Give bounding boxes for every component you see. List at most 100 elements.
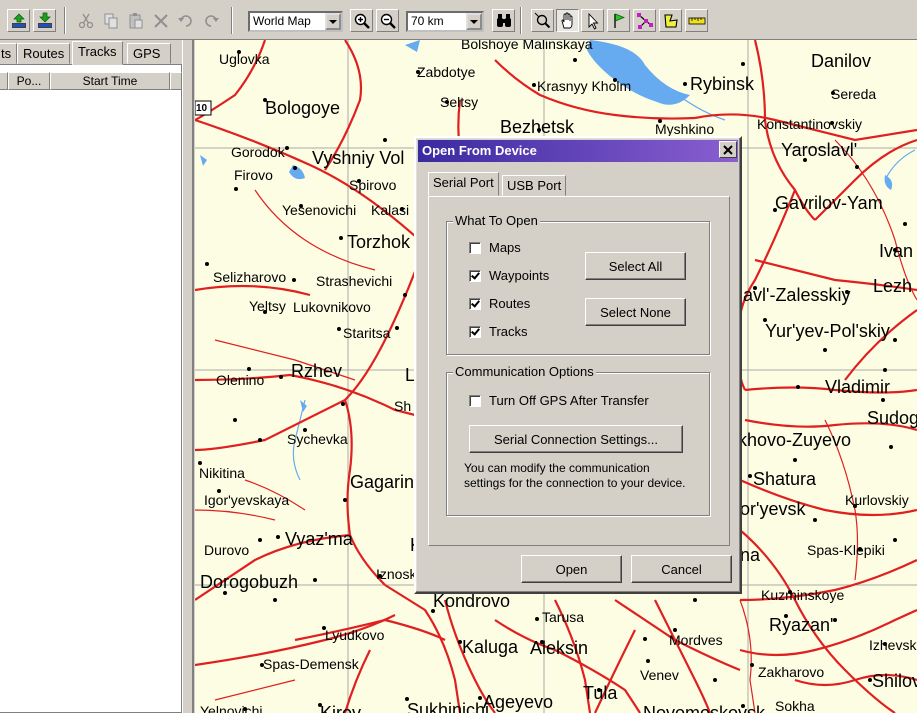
cut-icon[interactable] — [74, 9, 97, 32]
city-label: na — [740, 545, 761, 565]
column-header-more[interactable] — [170, 72, 182, 90]
tab-routes[interactable]: Routes — [17, 43, 71, 64]
city-label: Yelnovichi — [200, 703, 263, 713]
zoom-tool-icon[interactable] — [531, 9, 554, 32]
column-header-stub[interactable] — [0, 72, 8, 90]
chevron-down-icon[interactable] — [325, 13, 341, 30]
tracks-list[interactable]: Po... Start Time — [0, 64, 182, 713]
city-label: Sokha — [775, 698, 815, 713]
delete-icon[interactable] — [149, 9, 172, 32]
zoom-out-icon[interactable] — [376, 9, 399, 32]
map-select-value: World Map — [253, 14, 311, 28]
serial-connection-settings-button[interactable]: Serial Connection Settings... — [469, 425, 683, 453]
city-label: Venev — [640, 667, 679, 683]
zoom-in-icon[interactable] — [350, 9, 373, 32]
waypoint-flag-icon[interactable] — [607, 9, 630, 32]
cancel-button[interactable]: Cancel — [631, 555, 732, 583]
column-header-points[interactable]: Po... — [8, 72, 50, 90]
city-label: Bezhetsk — [500, 117, 575, 137]
city-label: Bolshoye Malinskaya — [461, 40, 593, 52]
city-label: Danilov — [811, 51, 872, 71]
city-label: Krasnyy Kholm — [537, 78, 632, 94]
city-label: Aleksin — [530, 638, 589, 658]
tracks-checkbox-row[interactable]: Tracks — [469, 324, 528, 339]
city-label: Kaluga — [462, 637, 519, 657]
close-icon[interactable] — [719, 141, 737, 158]
tab-waypoints[interactable]: ts — [0, 43, 17, 64]
upload-icon[interactable] — [7, 9, 30, 32]
city-label: Yaroslavl' — [781, 140, 858, 160]
communication-options-group: Communication Options Turn Off GPS After… — [446, 364, 710, 516]
city-label: Zabdotye — [417, 64, 476, 80]
city-label: Olenino — [216, 372, 265, 388]
city-label: Vladimir — [825, 377, 891, 397]
city-label: Yeltsy — [249, 298, 286, 314]
tab-tracks[interactable]: Tracks — [72, 41, 123, 65]
city-label: Torzhok — [347, 232, 411, 252]
maps-label: Maps — [489, 240, 521, 255]
select-none-button[interactable]: Select None — [585, 298, 686, 326]
toolbar: World Map 70 km — [0, 0, 917, 40]
select-all-button[interactable]: Select All — [585, 252, 686, 280]
city-label: Gorodok — [231, 144, 285, 160]
city-label: Spas-Demensk — [263, 656, 359, 672]
redo-icon[interactable] — [199, 9, 222, 32]
city-label: Konstantinovskiy — [757, 116, 863, 132]
tab-gps[interactable]: GPS — [127, 43, 171, 64]
waypoints-checkbox-row[interactable]: Waypoints — [469, 268, 549, 283]
tab-serial-port[interactable]: Serial Port — [428, 172, 499, 196]
waypoints-checkbox[interactable] — [469, 269, 481, 282]
paste-icon[interactable] — [124, 9, 147, 32]
undo-icon[interactable] — [174, 9, 197, 32]
city-label: Lyudkovo — [325, 627, 385, 643]
maps-checkbox[interactable] — [469, 241, 481, 254]
copy-icon[interactable] — [99, 9, 122, 32]
communication-options-label: Communication Options — [453, 364, 596, 379]
scale-select[interactable]: 70 km — [406, 11, 484, 32]
city-label: Durovo — [204, 542, 250, 558]
city-label: Bologoye — [265, 98, 341, 118]
city-label: Tula — [583, 683, 618, 703]
city-label: Sukhinichi — [407, 700, 490, 713]
city-label: Dorogobuzh — [200, 572, 299, 592]
maps-checkbox-row[interactable]: Maps — [469, 240, 521, 255]
open-from-device-dialog: Open From Device Serial Port USB Port Wh… — [414, 136, 742, 594]
route-tool-icon[interactable] — [633, 9, 656, 32]
turn-off-gps-checkbox[interactable] — [469, 394, 481, 407]
routes-checkbox-row[interactable]: Routes — [469, 296, 530, 311]
city-label: Nikitina — [199, 465, 245, 481]
city-label: Sudog — [867, 408, 917, 428]
tracks-checkbox[interactable] — [469, 325, 481, 338]
map-select[interactable]: World Map — [248, 11, 343, 32]
city-label: Lezh — [873, 276, 913, 296]
toolbar-separator — [64, 7, 66, 34]
scale-select-value: 70 km — [411, 14, 444, 28]
measure-tool-icon[interactable] — [685, 9, 708, 32]
turn-off-gps-row[interactable]: Turn Off GPS After Transfer — [469, 393, 649, 408]
city-label: Ageyevo — [483, 692, 554, 712]
pan-hand-icon[interactable] — [556, 9, 579, 32]
city-label: Kondrovo — [433, 591, 511, 611]
communication-info-text: You can modify the communication setting… — [464, 461, 686, 490]
open-button[interactable]: Open — [521, 555, 622, 583]
find-icon[interactable] — [492, 9, 515, 32]
city-label: Kirov — [320, 703, 362, 713]
city-label: or'yevsk — [740, 499, 806, 519]
routes-checkbox[interactable] — [469, 297, 481, 310]
city-label: Staritsa — [343, 325, 391, 341]
download-icon[interactable] — [33, 9, 56, 32]
turn-off-gps-label: Turn Off GPS After Transfer — [489, 393, 649, 408]
waypoints-label: Waypoints — [489, 268, 550, 283]
select-arrow-icon[interactable] — [581, 9, 604, 32]
track-tool-icon[interactable] — [659, 9, 682, 32]
city-label: Gavrilov-Yam — [775, 193, 883, 213]
dialog-title[interactable]: Open From Device — [418, 140, 738, 162]
serial-port-pane: What To Open Maps Waypoints Routes Track… — [428, 196, 730, 546]
chevron-down-icon[interactable] — [466, 13, 482, 30]
city-label: lavl'-Zalesskiy — [739, 285, 851, 305]
city-label: Shatura — [753, 469, 817, 489]
tab-usb-port[interactable]: USB Port — [502, 175, 567, 196]
city-label: Strashevichi — [316, 273, 393, 289]
column-header-start-time[interactable]: Start Time — [50, 72, 170, 90]
panel-splitter[interactable] — [182, 40, 194, 713]
